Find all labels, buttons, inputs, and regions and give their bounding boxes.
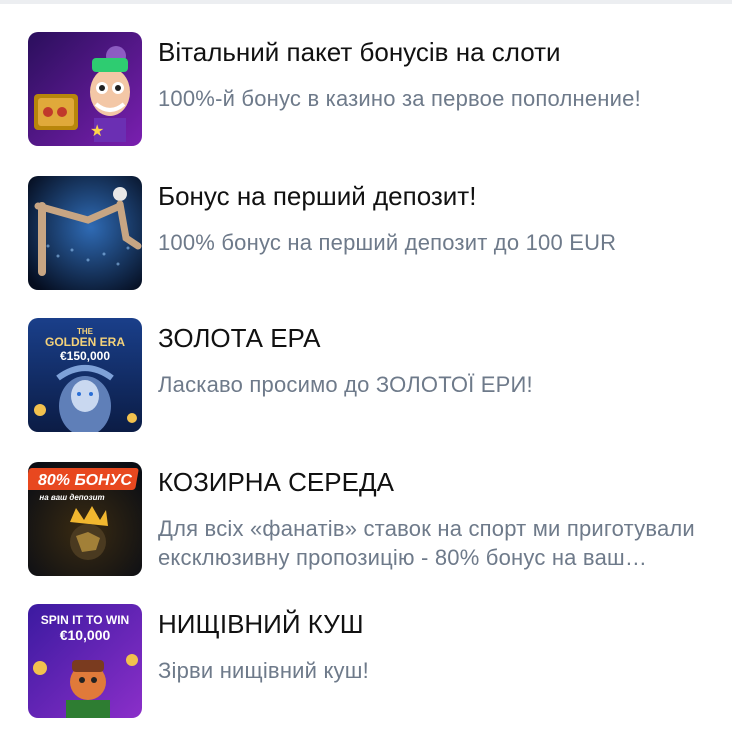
top-divider: [0, 0, 732, 4]
promo-item-first-deposit[interactable]: Бонус на перший депозит! 100% бонус на п…: [28, 176, 718, 292]
promo-title: Вітальний пакет бонусів на слоти: [158, 37, 561, 67]
promo-description: 100%-й бонус в казино за первое пополнен…: [158, 86, 641, 111]
svg-text:GOLDEN ERA: GOLDEN ERA: [45, 335, 125, 349]
svg-text:€150,000: €150,000: [60, 349, 110, 363]
svg-text:80% БОНУС: 80% БОНУС: [38, 472, 132, 489]
promo-item-crushing-jackpot[interactable]: SPIN IT TO WIN €10,000 НИЩІВНИЙ КУШ Зірв…: [28, 604, 718, 720]
golden-era-image: THE GOLDEN ERA €150,000: [28, 318, 142, 432]
promo-item-golden-era[interactable]: THE GOLDEN ERA €150,000 ЗОЛОТА ЕРА Ласка…: [28, 318, 718, 434]
wednesday-bonus-image: 80% БОНУС на ваш депозит: [28, 462, 142, 576]
promo-description: Зірви нищівний куш!: [158, 658, 369, 683]
promo-description: 100% бонус на перший депозит до 100 EUR: [158, 230, 617, 255]
svg-text:€10,000: €10,000: [60, 627, 111, 643]
promo-item-welcome-pack[interactable]: ★ Вітальний пакет бонусів на слоти 100%-…: [28, 32, 718, 148]
casino-welcome-image: ★: [28, 32, 142, 146]
promo-description: Ласкаво просимо до ЗОЛОТОЇ ЕРИ!: [158, 372, 533, 397]
promo-title: КОЗИРНА СЕРЕДА: [158, 467, 394, 497]
svg-text:SPIN IT TO WIN: SPIN IT TO WIN: [41, 613, 129, 627]
promo-title: Бонус на перший депозит!: [158, 181, 477, 211]
promo-description: Для всіх «фанатів» ставок на спорт ми пр…: [158, 516, 695, 570]
promo-title: НИЩІВНИЙ КУШ: [158, 609, 364, 639]
promo-title: ЗОЛОТА ЕРА: [158, 323, 321, 353]
promo-item-trump-wednesday[interactable]: 80% БОНУС на ваш депозит КОЗИРНА СЕРЕДА …: [28, 462, 718, 578]
svg-text:★: ★: [90, 123, 104, 140]
sport-deposit-image: [28, 176, 142, 290]
spin-to-win-image: SPIN IT TO WIN €10,000: [28, 604, 142, 718]
svg-text:на ваш депозит: на ваш депозит: [39, 493, 104, 502]
